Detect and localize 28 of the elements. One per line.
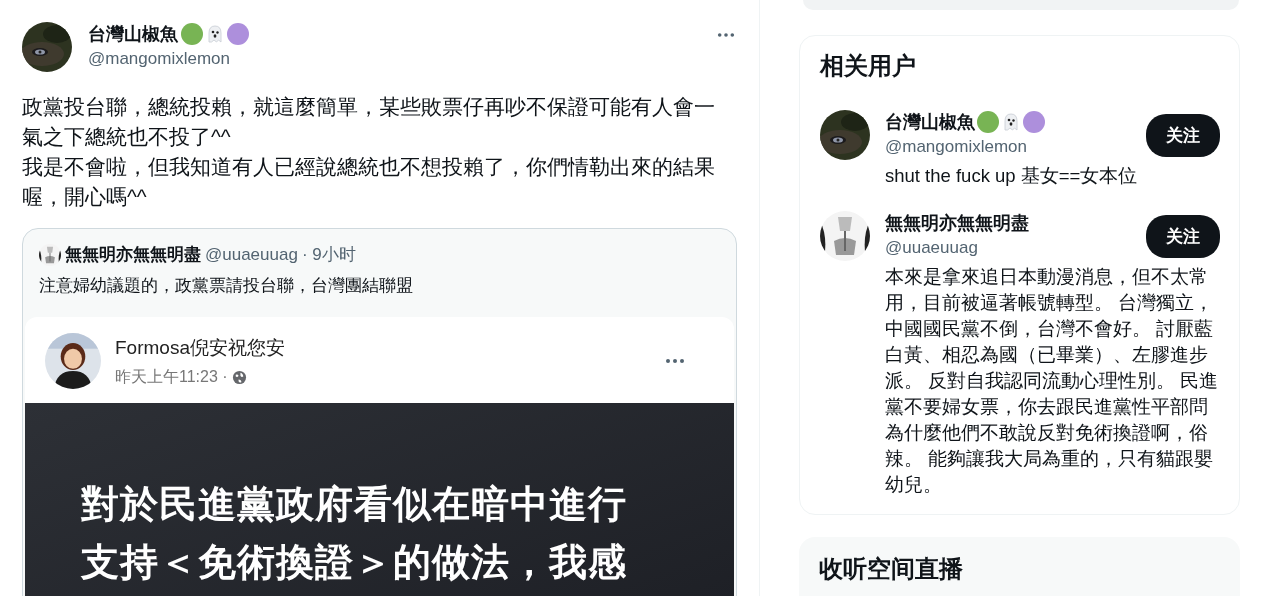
follow-button[interactable]: 关注 [1146, 215, 1220, 258]
more-icon[interactable] [717, 32, 735, 38]
quote-text: 注意婦幼議題的，政黨票請投台聯，台灣團結聯盟 [38, 275, 414, 297]
section-title: 收听空间直播 [819, 554, 964, 584]
user-handle: @uuaeuuag [885, 238, 979, 258]
tweet-text: 我是不會啦，但我知道有人已經說總統也不想投賴了，你們情勒出來的結果喔，開心嗎^^ [22, 154, 716, 210]
quote-card[interactable]: 無無明亦無無明盡 @uuaeuuag · 9小时 注意婦幼議題的，政黨票請投台聯，台灣團結聯盟 Formosa倪安祝您安 昨天上午11:23 · 對於民進黨政府看似在暗中進行 支持＜免術換證＞的做法，我感 [22, 228, 737, 596]
user-handle: @mangomixlemon [885, 137, 1028, 157]
more-icon [664, 358, 686, 364]
ghost-icon [1001, 112, 1021, 132]
author-name: 台灣山椒魚 [88, 23, 178, 46]
ghost-icon [205, 24, 225, 44]
post-time: 昨天上午11:23 · [115, 366, 228, 387]
image-text: 支持＜免術換證＞的做法，我感 [81, 540, 628, 585]
user-bio: shut the fuck up 基女==女本位 [885, 164, 1139, 188]
quote-author-name: 無無明亦無無明盡 [65, 244, 201, 266]
user-name[interactable]: 無無明亦無無明盡 [885, 211, 1029, 235]
quote-author-handle: @uuaeuuag [205, 244, 298, 265]
section-title: 相关用户 [820, 51, 917, 81]
quote-time: · 9小时 [301, 244, 356, 266]
user-bio: 本來是拿來追日本動漫消息，但不太常用，目前被逼著帳號轉型。 台灣獨立，中國國民黨不倒，台灣不會好。 討厭藍白黃、相忍為國（已畢業）、左膠進步派。 反對自我認同流動心理性別。 民進黨不要婦女票，你去跟民進黨性平部問為什麼他們不敢說反對免術換證啊，俗辣。 能夠讓我大局為重的，只有貓跟嬰幼兒。 [885, 265, 1220, 497]
tweet-text: 政黨投台聯，總統投賴，就這麼簡單，某些敗票仔再吵不保證可能有人會一氣之下總統也不投了^^ [22, 94, 716, 150]
image-text: 對於民進黨政府看似在暗中進行 [81, 482, 628, 527]
follow-button[interactable]: 关注 [1146, 114, 1220, 157]
globe-icon [231, 369, 247, 385]
user-name[interactable]: 台灣山椒魚 [885, 110, 975, 134]
post-author-name: Formosa倪安祝您安 [115, 335, 286, 360]
author-handle: @mangomixlemon [88, 49, 231, 69]
